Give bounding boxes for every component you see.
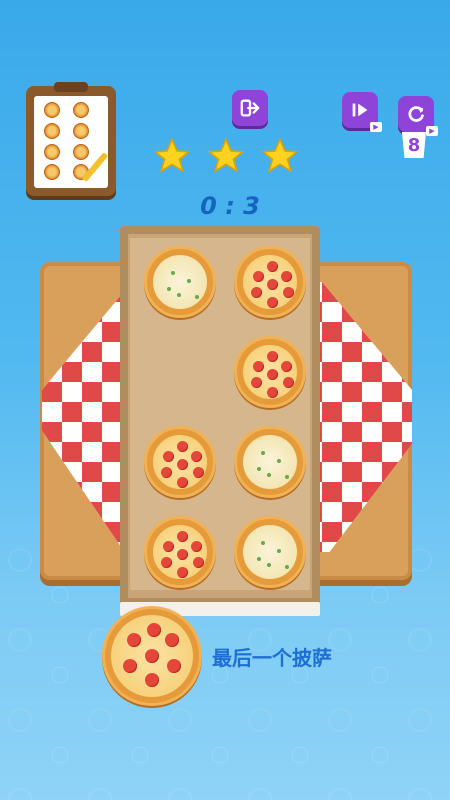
star-icon bbox=[207, 137, 245, 173]
mini-pizza-icon bbox=[44, 164, 60, 181]
exit-button[interactable] bbox=[232, 90, 268, 126]
next-pizza[interactable] bbox=[102, 606, 202, 706]
pizza-slot-4[interactable] bbox=[234, 336, 306, 408]
pizza-slot-8[interactable] bbox=[234, 516, 306, 588]
star-icon bbox=[261, 137, 299, 173]
video-ad-icon: ▶ bbox=[370, 122, 382, 132]
retry-button[interactable]: ▶ bbox=[398, 96, 438, 136]
retry-icon bbox=[408, 106, 424, 122]
skip-level-button[interactable]: ▶ bbox=[342, 92, 382, 132]
recipe-paper bbox=[34, 96, 108, 188]
mini-pizza-icon bbox=[44, 122, 60, 139]
clipboard-clip bbox=[54, 82, 88, 92]
pizza-slot-6[interactable] bbox=[234, 426, 306, 498]
retry-count: 8 bbox=[402, 132, 426, 158]
video-ad-icon: ▶ bbox=[426, 126, 438, 136]
mini-pizza-icon bbox=[72, 143, 89, 160]
mini-pizza-icon bbox=[72, 102, 89, 118]
last-pizza-label: 最后一个披萨 bbox=[212, 646, 332, 670]
star-rating bbox=[152, 136, 300, 176]
pizza-slot-1[interactable] bbox=[144, 246, 216, 318]
star-icon bbox=[153, 137, 191, 173]
skip-icon bbox=[352, 103, 368, 117]
pizza-slot-2[interactable] bbox=[234, 246, 306, 318]
score-display: 0 : 3 bbox=[200, 192, 260, 220]
mini-pizza-icon bbox=[72, 122, 89, 139]
recipe-clipboard[interactable] bbox=[26, 82, 116, 196]
pizza-slot-5[interactable] bbox=[144, 426, 216, 498]
pizza-slot-7[interactable] bbox=[144, 516, 216, 588]
mini-pizza-icon bbox=[44, 102, 60, 118]
mini-pizza-icon bbox=[44, 143, 60, 160]
exit-icon bbox=[240, 99, 260, 117]
